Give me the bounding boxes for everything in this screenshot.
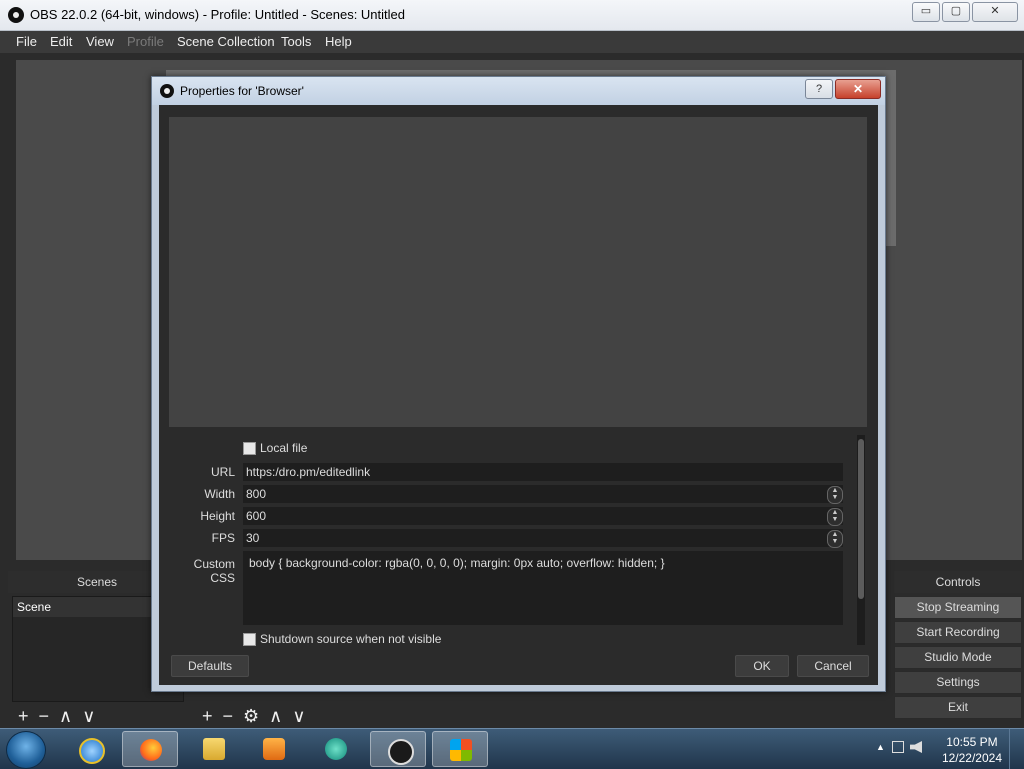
window-titlebar: OBS 22.0.2 (64-bit, windows) - Profile: … (0, 0, 1024, 31)
clock[interactable]: 10:55 PM 12/22/2024 (942, 734, 1002, 766)
stop-streaming-button[interactable]: Stop Streaming (894, 596, 1022, 619)
controls-panel: Stop Streaming Start Recording Studio Mo… (894, 596, 1022, 721)
defaults-button[interactable]: Defaults (171, 655, 249, 677)
custom-css-textarea[interactable]: body { background-color: rgba(0, 0, 0, 0… (243, 551, 843, 625)
show-desktop-button[interactable] (1009, 729, 1024, 769)
tray-expand-icon[interactable]: ▲ (876, 742, 885, 752)
custom-css-label: Custom CSS (193, 557, 235, 585)
maximize-button[interactable]: ▢ (942, 2, 970, 22)
ie-icon (79, 738, 105, 764)
window-title: OBS 22.0.2 (64-bit, windows) - Profile: … (30, 7, 405, 22)
properties-form: Local file URL https:/dro.pm/editedlink … (169, 435, 847, 647)
menu-profile: Profile (127, 34, 164, 49)
start-recording-button[interactable]: Start Recording (894, 621, 1022, 644)
controls-dock-title: Controls (894, 571, 1022, 593)
move-source-up-button[interactable]: ∧ (269, 706, 282, 727)
menu-view[interactable]: View (86, 34, 114, 49)
menu-help[interactable]: Help (325, 34, 352, 49)
taskbar-media-player[interactable] (246, 731, 302, 767)
dialog-title: Properties for 'Browser' (180, 84, 304, 98)
shutdown-label: Shutdown source when not visible (260, 632, 442, 646)
obs-icon (160, 84, 174, 98)
menu-bar: File Edit View Profile Scene Collection … (0, 31, 1024, 53)
move-source-down-button[interactable]: ∨ (292, 706, 305, 727)
volume-icon[interactable] (910, 741, 922, 753)
height-spinner[interactable]: ▲ ▼ (827, 508, 843, 526)
chat-icon (325, 738, 347, 760)
width-label: Width (204, 487, 235, 501)
windows-icon (450, 739, 472, 761)
network-icon[interactable] (892, 741, 904, 753)
browser-preview (169, 117, 867, 427)
taskbar-chat[interactable] (308, 731, 364, 767)
sources-toolbar: + − ⚙ ∧ ∨ (202, 703, 316, 729)
height-field[interactable]: 600 ▲ ▼ (243, 507, 843, 526)
close-window-button[interactable]: ✕ (972, 2, 1018, 22)
url-field[interactable]: https:/dro.pm/editedlink (243, 463, 843, 481)
source-settings-icon[interactable]: ⚙ (243, 706, 259, 727)
local-file-checkbox[interactable] (243, 442, 256, 455)
add-source-button[interactable]: + (202, 706, 213, 727)
exit-button[interactable]: Exit (894, 696, 1022, 719)
taskbar-explorer[interactable] (186, 731, 242, 767)
taskbar-windows-app[interactable] (432, 731, 488, 767)
url-label: URL (210, 465, 235, 479)
menu-scene-collection[interactable]: Scene Collection (177, 34, 275, 49)
taskbar: ▲ 10:55 PM 12/22/2024 (0, 728, 1024, 769)
firefox-icon (140, 739, 162, 761)
menu-file[interactable]: File (16, 34, 37, 49)
width-value: 800 (246, 487, 267, 501)
fps-field[interactable]: 30 ▲ ▼ (243, 529, 843, 548)
remove-scene-button[interactable]: − (39, 706, 50, 727)
explorer-icon (203, 738, 225, 760)
dialog-titlebar: Properties for 'Browser' ? ✕ (152, 77, 885, 105)
clock-date: 12/22/2024 (941, 751, 1002, 765)
fps-label: FPS (211, 531, 235, 545)
help-button[interactable]: ? (805, 79, 833, 99)
shutdown-checkbox[interactable] (243, 633, 256, 646)
properties-scrollbar[interactable] (857, 435, 865, 645)
ok-button[interactable]: OK (735, 655, 789, 677)
dialog-close-button[interactable]: ✕ (835, 79, 881, 99)
dialog-body: Local file URL https:/dro.pm/editedlink … (159, 105, 878, 685)
minimize-button[interactable]: ▭ (912, 2, 940, 22)
start-button[interactable] (6, 731, 46, 769)
remove-source-button[interactable]: − (223, 706, 234, 727)
clock-time: 10:55 PM (946, 735, 998, 749)
scenes-toolbar: + − ∧ ∨ (18, 703, 105, 729)
width-field[interactable]: 800 ▲ ▼ (243, 485, 843, 504)
move-scene-up-button[interactable]: ∧ (59, 706, 72, 727)
menu-tools[interactable]: Tools (281, 34, 311, 49)
menu-edit[interactable]: Edit (50, 34, 72, 49)
height-value: 600 (246, 509, 267, 523)
media-player-icon (263, 738, 285, 760)
height-label: Height (200, 509, 235, 523)
taskbar-obs[interactable] (370, 731, 426, 767)
fps-value: 30 (246, 531, 260, 545)
studio-mode-button[interactable]: Studio Mode (894, 646, 1022, 669)
taskbar-ie[interactable] (62, 731, 118, 767)
scrollbar-thumb[interactable] (858, 439, 864, 599)
fps-spinner[interactable]: ▲ ▼ (827, 530, 843, 548)
obs-icon (388, 739, 414, 765)
add-scene-button[interactable]: + (18, 706, 29, 727)
cancel-button[interactable]: Cancel (797, 655, 869, 677)
width-spinner[interactable]: ▲ ▼ (827, 486, 843, 504)
local-file-label: Local file (260, 441, 308, 455)
system-tray: ▲ 10:55 PM 12/22/2024 (864, 729, 1024, 769)
move-scene-down-button[interactable]: ∨ (82, 706, 95, 727)
obs-app-icon (8, 7, 24, 23)
settings-button[interactable]: Settings (894, 671, 1022, 694)
taskbar-firefox[interactable] (122, 731, 178, 767)
properties-dialog: Properties for 'Browser' ? ✕ Local file … (151, 76, 886, 692)
